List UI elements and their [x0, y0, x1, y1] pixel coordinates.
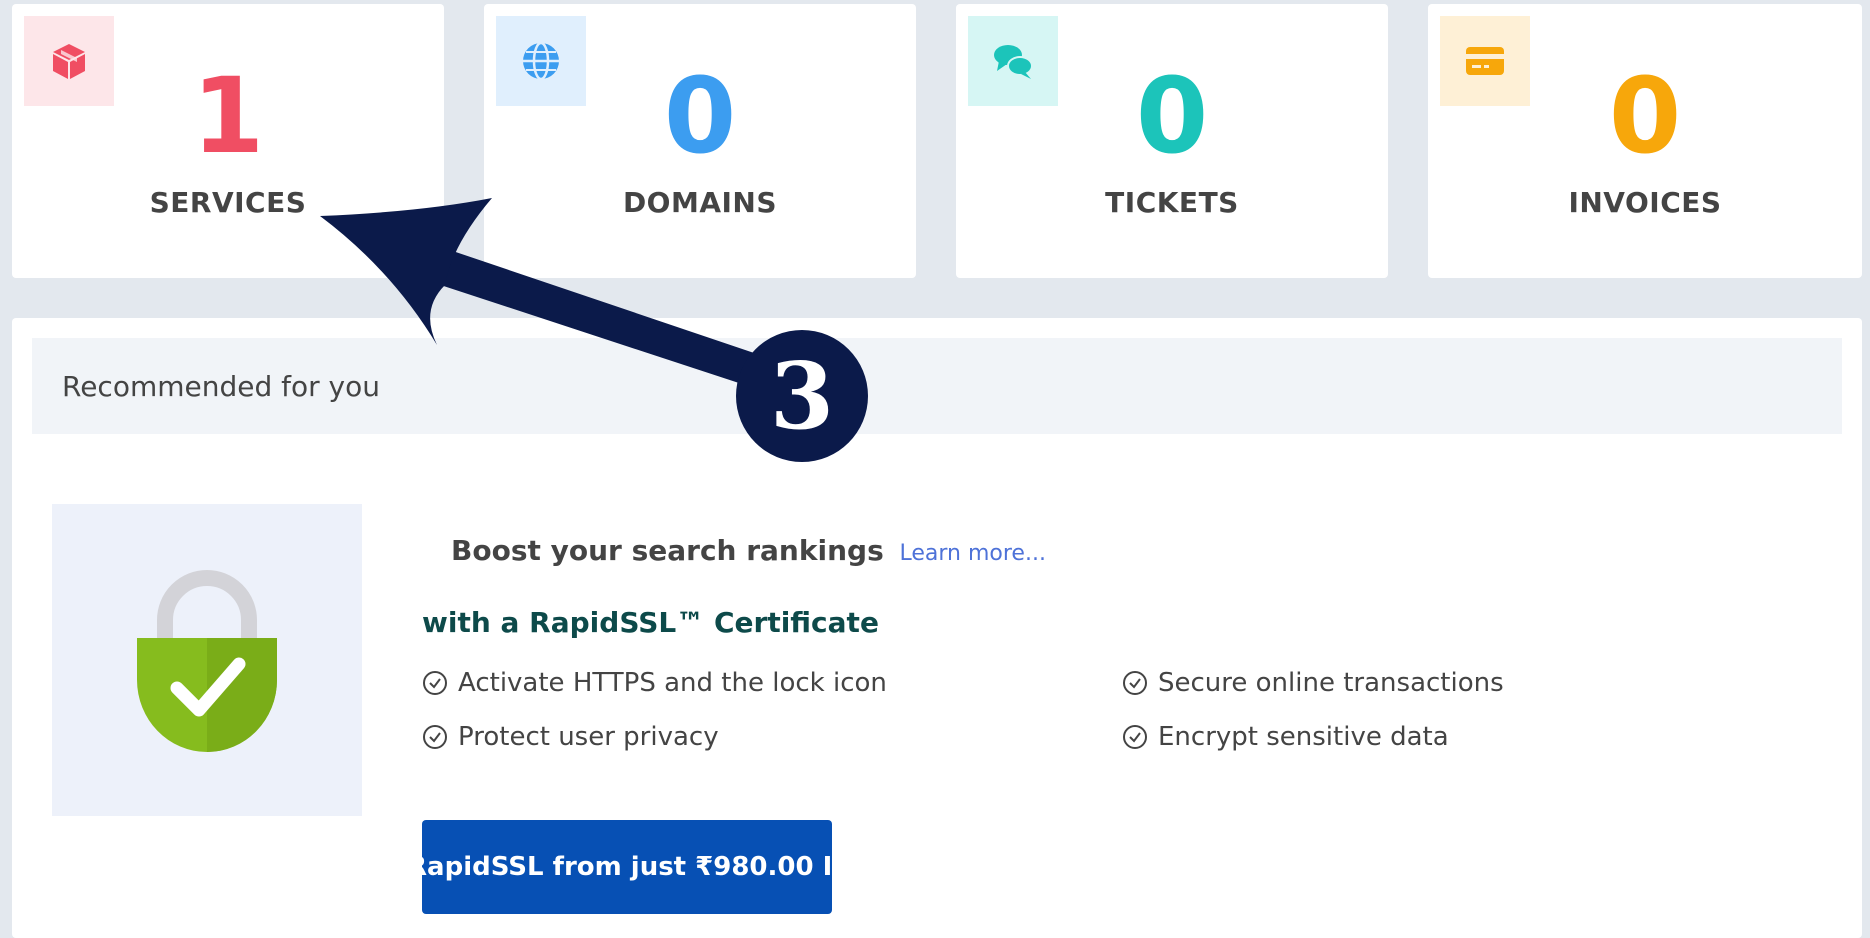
tickets-count: 0: [1135, 55, 1209, 177]
tickets-tile[interactable]: 0 TICKETS: [956, 4, 1388, 278]
check-circle-icon: [1123, 671, 1147, 695]
step-badge: 3: [736, 330, 868, 462]
feature-item: Activate HTTPS and the lock icon: [422, 668, 887, 698]
domains-label: DOMAINS: [622, 186, 778, 219]
feature-text: Encrypt sensitive data: [1158, 722, 1449, 752]
feature-text: Secure online transactions: [1158, 668, 1504, 698]
services-count: 1: [191, 55, 265, 177]
services-tile[interactable]: 1 SERVICES: [12, 4, 444, 278]
promo-subtitle: with a RapidSSL™ Certificate: [422, 606, 879, 639]
add-rapidssl-button[interactable]: Add RapidSSL from just ₹980.00 INR/yr: [341, 820, 913, 914]
check-circle-icon: [1123, 725, 1147, 749]
feature-item: Encrypt sensitive data: [1122, 722, 1449, 752]
check-circle-icon: [423, 671, 447, 695]
feature-item: Protect user privacy: [422, 722, 719, 752]
check-circle-icon: [423, 725, 447, 749]
ssl-promo-image: [52, 504, 362, 816]
feature-item: Secure online transactions: [1122, 668, 1504, 698]
feature-text: Activate HTTPS and the lock icon: [458, 668, 887, 698]
services-label: SERVICES: [149, 186, 307, 219]
tickets-label: TICKETS: [1105, 186, 1239, 219]
promo-headline: Boost your search rankings: [451, 534, 884, 567]
recommended-header: Recommended for you: [32, 338, 1842, 434]
invoices-tile[interactable]: 0 INVOICES: [1428, 4, 1862, 278]
recommended-panel: Recommended for you Boost your search ra…: [12, 318, 1862, 938]
learn-more-link[interactable]: Learn more...: [899, 541, 1045, 566]
invoices-label: INVOICES: [1568, 186, 1722, 219]
invoices-count: 0: [1608, 55, 1682, 177]
feature-text: Protect user privacy: [458, 722, 719, 752]
promo-title: Boost your search rankings Learn more...: [451, 534, 1046, 567]
domains-count: 0: [663, 55, 737, 177]
recommended-title: Recommended for you: [62, 369, 380, 403]
padlock-check-icon: [137, 570, 277, 752]
domains-tile[interactable]: 0 DOMAINS: [484, 4, 916, 278]
